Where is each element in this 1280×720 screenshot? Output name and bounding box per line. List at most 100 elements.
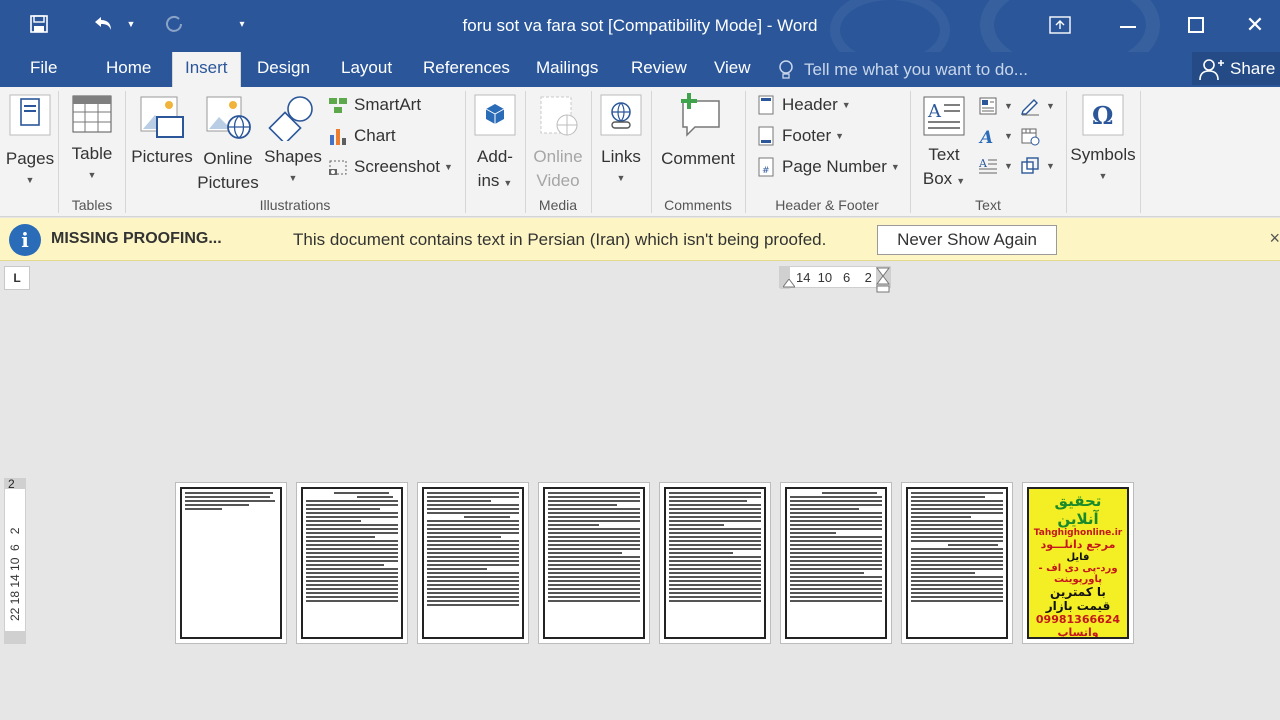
ad-line: با کمترین قیمت بازار <box>1045 585 1111 613</box>
links-button[interactable]: Links ▼ <box>596 93 646 183</box>
symbols-button[interactable]: Ω Symbols ▼ <box>1068 93 1138 181</box>
group-label-text: Text <box>975 197 1001 213</box>
shapes-button[interactable]: Shapes ▼ <box>262 95 324 183</box>
vertical-ruler[interactable]: 2 22 18 14 10 6 2 <box>4 477 26 644</box>
wordart-button[interactable]: A ▼ <box>978 123 1013 149</box>
screenshot-button[interactable]: Screenshot ▼ <box>328 154 453 180</box>
document-page[interactable] <box>780 482 892 644</box>
group-divider <box>525 91 526 213</box>
tab-references[interactable]: References <box>411 52 522 87</box>
ribbon: Pages ▼ Table ▼ Tables Pictures Online P… <box>0 87 1280 217</box>
quick-parts-button[interactable]: ▼ <box>978 93 1013 119</box>
vertical-ruler-top-number: 2 <box>8 477 15 491</box>
horizontal-ruler-numbers: 14 10 6 2 <box>796 270 872 285</box>
chevron-down-icon: ▼ <box>616 173 626 183</box>
document-page[interactable] <box>296 482 408 644</box>
horizontal-ruler[interactable]: 14 10 6 2 <box>779 266 891 293</box>
document-page[interactable] <box>538 482 650 644</box>
object-button[interactable]: ▼ <box>1020 153 1055 179</box>
group-label-tables: Tables <box>71 197 113 213</box>
document-page[interactable] <box>175 482 287 644</box>
header-button[interactable]: Header ▼ <box>756 92 851 118</box>
online-video-label-line2: Video <box>536 171 580 190</box>
tab-file[interactable]: File <box>18 52 69 87</box>
table-button[interactable]: Table ▼ <box>66 95 118 180</box>
pages-button[interactable]: Pages ▼ <box>4 93 56 185</box>
group-label-media: Media <box>538 197 578 213</box>
chevron-down-icon: ▼ <box>444 162 453 172</box>
group-divider <box>1140 91 1141 213</box>
page-border <box>180 487 282 639</box>
text-box-button[interactable]: A Text Box ▼ <box>918 95 970 193</box>
date-time-button[interactable] <box>1020 123 1046 149</box>
document-page[interactable] <box>417 482 529 644</box>
chevron-down-icon: ▼ <box>288 173 298 183</box>
person-add-icon <box>1199 58 1224 80</box>
wordart-icon: A <box>978 128 993 146</box>
header-label: Header <box>782 95 838 114</box>
signature-line-button[interactable]: ▼ <box>1020 93 1055 119</box>
document-page[interactable] <box>901 482 1013 644</box>
tab-layout[interactable]: Layout <box>329 52 404 87</box>
document-page[interactable] <box>659 482 771 644</box>
text-box-icon: A <box>923 96 965 136</box>
indent-marker-icon[interactable] <box>876 267 890 293</box>
smartart-icon <box>329 98 347 113</box>
tell-me-text: Tell me what you want to do... <box>804 60 1028 79</box>
close-icon[interactable]: ✕ <box>1230 0 1280 50</box>
pictures-button[interactable]: Pictures <box>130 95 194 167</box>
info-icon: i <box>9 224 41 256</box>
footer-icon <box>758 126 774 146</box>
online-pictures-button[interactable]: Online Pictures <box>196 95 260 195</box>
smartart-button[interactable]: SmartArt <box>328 92 421 118</box>
group-label-header-footer: Header & Footer <box>775 197 879 213</box>
symbols-label: Symbols <box>1070 145 1136 164</box>
tab-selector[interactable]: L <box>4 266 30 290</box>
tab-mailings[interactable]: Mailings <box>524 52 610 87</box>
comment-label: Comment <box>661 149 735 168</box>
page-border <box>664 487 766 639</box>
header-icon <box>758 95 774 115</box>
tell-me-box[interactable]: Tell me what you want to do... <box>776 58 1028 82</box>
table-label: Table <box>71 144 113 163</box>
indent-marker-icon[interactable] <box>783 279 795 289</box>
advertisement-page: تحقیق آنلاین Tahghighonline.ir مرجع دانل… <box>1027 487 1129 639</box>
online-pictures-label-line1: Online <box>203 149 253 168</box>
text-box-label-line1: Text <box>928 145 960 164</box>
close-icon[interactable]: × <box>1269 228 1280 249</box>
add-ins-button[interactable]: Add- ins ▼ <box>470 93 520 195</box>
svg-text:A: A <box>978 157 988 170</box>
ribbon-display-icon[interactable] <box>1026 0 1094 50</box>
footer-label: Footer <box>782 126 832 145</box>
ad-line: فایل <box>1066 552 1090 563</box>
online-pictures-label-line2: Pictures <box>197 173 259 192</box>
tab-insert[interactable]: Insert <box>172 52 241 87</box>
maximize-icon[interactable] <box>1162 0 1230 50</box>
never-show-again-button[interactable]: Never Show Again <box>877 225 1057 255</box>
document-page[interactable]: تحقیق آنلاین Tahghighonline.ir مرجع دانل… <box>1022 482 1134 644</box>
tab-view[interactable]: View <box>702 52 763 87</box>
share-button[interactable]: Share <box>1192 52 1280 85</box>
comment-button[interactable]: Comment <box>656 91 740 169</box>
drop-cap-button[interactable]: A ▼ <box>978 153 1013 179</box>
group-divider <box>58 91 59 213</box>
message-title: MISSING PROOFING... <box>51 230 222 247</box>
links-label: Links <box>601 147 641 166</box>
group-label-comments: Comments <box>664 197 732 213</box>
tab-review[interactable]: Review <box>619 52 699 87</box>
group-divider <box>651 91 652 213</box>
tab-design[interactable]: Design <box>245 52 322 87</box>
minimize-icon[interactable] <box>1094 0 1162 50</box>
tab-home[interactable]: Home <box>94 52 163 87</box>
footer-button[interactable]: Footer ▼ <box>756 123 844 149</box>
svg-text:A: A <box>978 128 993 146</box>
chevron-down-icon: ▼ <box>1004 131 1013 141</box>
online-video-label-line1: Online <box>533 147 583 166</box>
ribbon-tabs: File Home Insert Design Layout Reference… <box>0 52 1280 87</box>
pages-icon <box>9 94 51 136</box>
group-divider <box>910 91 911 213</box>
page-number-button[interactable]: # Page Number ▼ <box>756 154 900 180</box>
chart-button[interactable]: Chart <box>328 123 396 149</box>
online-video-button: Online Video <box>530 93 586 193</box>
ad-website: Tahghighonline.ir <box>1033 528 1123 538</box>
